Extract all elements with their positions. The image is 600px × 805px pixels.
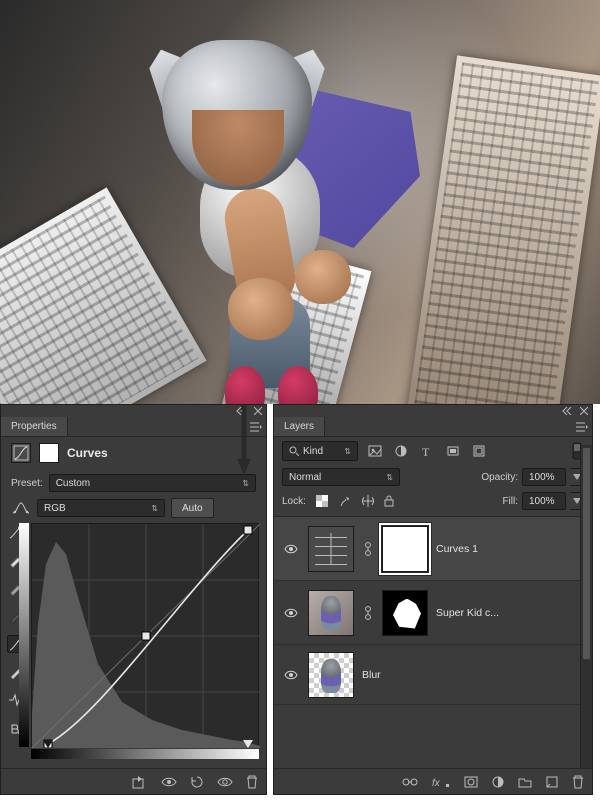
trash-icon[interactable]	[246, 775, 258, 789]
lock-image-icon[interactable]	[338, 495, 352, 507]
svg-text:T: T	[422, 445, 430, 457]
layer-name[interactable]: Blur	[362, 669, 381, 681]
layers-tab[interactable]: Layers	[274, 417, 325, 436]
layer-thumbnail[interactable]	[308, 652, 354, 698]
svg-text:fx: fx	[432, 778, 441, 788]
output-gradient	[19, 523, 29, 747]
add-mask-icon[interactable]	[464, 776, 478, 788]
mask-thumbnail[interactable]	[382, 526, 428, 572]
visibility-icon[interactable]	[217, 776, 233, 788]
input-gradient	[31, 749, 259, 759]
clip-to-layer-icon[interactable]	[132, 775, 148, 789]
layer-name[interactable]: Curves 1	[436, 543, 478, 555]
channel-value: RGB	[44, 503, 66, 514]
lock-label: Lock:	[282, 496, 306, 507]
collapse-left-icon[interactable]	[236, 407, 248, 415]
panel-menu-icon[interactable]	[246, 422, 266, 432]
filter-smart-icon[interactable]	[470, 442, 488, 460]
preset-select[interactable]: Custom ⇅	[49, 474, 256, 492]
layer-row-curves[interactable]: Curves 1	[274, 517, 592, 581]
filter-adjust-icon[interactable]	[392, 442, 410, 460]
layer-filter-kind[interactable]: Kind ⇅	[282, 441, 358, 461]
layer-thumbnail[interactable]	[308, 590, 354, 636]
new-group-icon[interactable]	[518, 776, 532, 788]
document-canvas[interactable]	[0, 0, 600, 404]
close-icon[interactable]	[254, 407, 262, 415]
mask-thumbnail[interactable]	[382, 590, 428, 636]
scrollbar-thumb[interactable]	[582, 447, 591, 660]
layer-name[interactable]: Super Kid c...	[436, 607, 499, 619]
curves-adjustment-icon	[11, 443, 31, 463]
properties-tab[interactable]: Properties	[1, 417, 68, 436]
fill-label: Fill:	[502, 496, 518, 507]
building	[404, 55, 600, 404]
super-kid-layer	[110, 18, 370, 398]
filter-shape-icon[interactable]	[444, 442, 462, 460]
properties-panel: Properties Curves Preset: Custom ⇅ RGB	[0, 404, 267, 795]
layer-row-superkid[interactable]: Super Kid c...	[274, 581, 592, 645]
layer-row-blur[interactable]: Blur	[274, 645, 592, 705]
lock-position-icon[interactable]	[362, 495, 374, 507]
filter-type-icon[interactable]: T	[418, 442, 436, 460]
layers-panel: Layers Kind ⇅ T Normal ⇅	[273, 404, 593, 795]
filter-label: Kind	[303, 446, 323, 457]
search-icon	[289, 446, 299, 456]
new-layer-icon[interactable]	[546, 776, 558, 788]
reset-icon[interactable]	[190, 775, 204, 789]
visibility-icon[interactable]	[282, 670, 300, 680]
chevron-updown-icon: ⇅	[386, 473, 393, 482]
auto-curves-icon[interactable]	[11, 501, 31, 515]
blend-mode-value: Normal	[289, 472, 321, 483]
layer-list: Curves 1 Super Kid c... Blur	[274, 517, 592, 705]
link-icon[interactable]	[362, 542, 374, 556]
blend-mode-select[interactable]: Normal ⇅	[282, 468, 400, 486]
close-icon[interactable]	[580, 407, 588, 415]
view-previous-icon[interactable]	[161, 776, 177, 788]
preset-value: Custom	[56, 478, 90, 489]
visibility-icon[interactable]	[282, 608, 300, 618]
scrollbar[interactable]	[580, 445, 592, 768]
chevron-updown-icon: ⇅	[344, 447, 351, 456]
link-icon[interactable]	[362, 606, 374, 620]
layer-mask-icon[interactable]	[39, 443, 59, 463]
channel-select[interactable]: RGB ⇅	[37, 499, 165, 517]
panel-menu-icon[interactable]	[572, 422, 592, 432]
lock-transparency-icon[interactable]	[316, 495, 328, 507]
adjustment-thumbnail[interactable]	[308, 526, 354, 572]
layers-footer: fx	[274, 768, 592, 794]
filter-pixel-icon[interactable]	[366, 442, 384, 460]
opacity-field[interactable]: 100%	[522, 468, 566, 486]
collapse-left-icon[interactable]	[562, 407, 574, 415]
properties-footer	[1, 768, 266, 794]
adjustment-title: Curves	[67, 446, 108, 460]
link-layers-icon[interactable]	[402, 777, 418, 787]
trash-icon[interactable]	[572, 775, 584, 789]
layer-fx-icon[interactable]: fx	[432, 776, 450, 788]
chevron-updown-icon: ⇅	[242, 479, 249, 488]
chevron-updown-icon: ⇅	[151, 504, 158, 513]
opacity-label: Opacity:	[481, 472, 518, 483]
lock-all-icon[interactable]	[384, 495, 394, 507]
fill-field[interactable]: 100%	[522, 492, 566, 510]
curves-graph[interactable]	[31, 523, 259, 747]
auto-button[interactable]: Auto	[171, 498, 214, 518]
new-adjustment-icon[interactable]	[492, 776, 504, 788]
visibility-icon[interactable]	[282, 544, 300, 554]
preset-label: Preset:	[11, 478, 43, 489]
